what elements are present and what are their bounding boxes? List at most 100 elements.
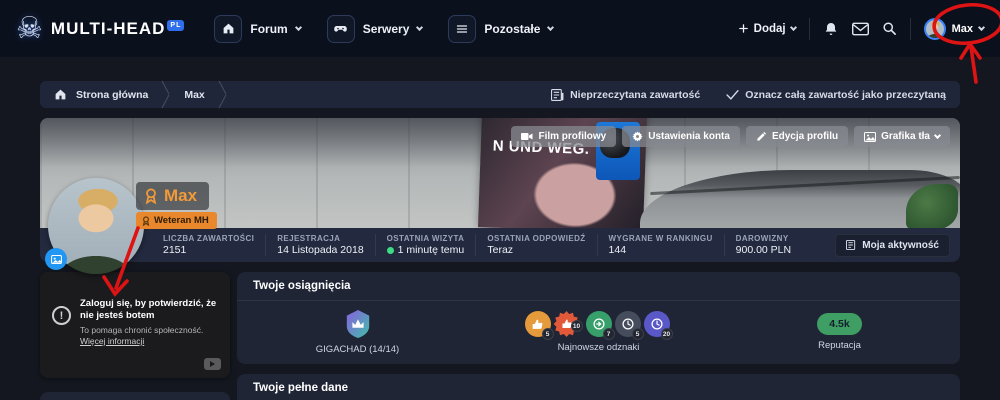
nav-label-forum: Forum bbox=[250, 22, 287, 36]
check-icon bbox=[726, 89, 739, 100]
gigachad-achievement[interactable]: GIGACHAD (14/14) bbox=[237, 309, 478, 355]
rank-badge: Weteran MH bbox=[136, 212, 217, 229]
user-avatar bbox=[924, 18, 946, 40]
photo-icon bbox=[51, 255, 62, 264]
pl-badge: PL bbox=[167, 20, 184, 31]
gigachad-shield-icon bbox=[344, 309, 372, 339]
more-info-link[interactable]: Więcej informacji bbox=[80, 336, 144, 346]
skull-logo-icon: ☠ bbox=[16, 14, 43, 44]
sidebar-next-panel bbox=[40, 392, 230, 400]
captcha-widget: ! Zaloguj się, by potwierdzić, że nie je… bbox=[40, 272, 230, 378]
newspaper-icon bbox=[551, 89, 564, 101]
profile-name-block: Max Weteran MH bbox=[136, 182, 217, 231]
chevron-down-icon bbox=[295, 23, 302, 30]
stat-ranking-wins: WYGRANE W RANKINGU 144 bbox=[597, 234, 724, 256]
video-camera-icon bbox=[521, 132, 533, 141]
reputation[interactable]: 4.5k Reputacja bbox=[719, 313, 960, 351]
profile-stats-bar: LICZBA ZAWARTOŚCI 2151 REJESTRACJA 14 Li… bbox=[40, 228, 960, 262]
profile-header-panel: N UND WEG. Film profilowy Ustawienia kon… bbox=[40, 118, 960, 262]
badge-count: 20 bbox=[661, 328, 673, 340]
captcha-body: To pomaga chronić społeczność. Więcej in… bbox=[80, 325, 218, 347]
image-icon bbox=[864, 132, 876, 142]
reputation-pill: 4.5k bbox=[817, 313, 861, 335]
newspaper-icon bbox=[846, 240, 857, 250]
profile-video-button[interactable]: Film profilowy bbox=[511, 126, 616, 147]
thumbs-up-icon bbox=[531, 318, 544, 331]
clock-icon bbox=[650, 317, 664, 331]
stat-registration: REJESTRACJA 14 Listopada 2018 bbox=[265, 234, 374, 256]
badge-count: 5 bbox=[542, 328, 554, 340]
badge-time[interactable]: 5 bbox=[615, 311, 641, 337]
badge-thumbsup[interactable]: 5 bbox=[525, 311, 551, 337]
add-label: Dodaj bbox=[754, 23, 786, 35]
nav-item-forum[interactable]: Forum bbox=[214, 15, 300, 43]
breadcrumb-current: Max bbox=[184, 89, 204, 101]
nav-item-pozostale[interactable]: Pozostałe bbox=[448, 15, 553, 43]
chevron-down-icon bbox=[790, 23, 797, 30]
top-navbar: ☠ MULTI-HEADPL Forum Serwery bbox=[0, 0, 1000, 57]
chevron-down-icon bbox=[934, 131, 941, 138]
achievements-panel: Twoje osiągnięcia GIGACHAD (14/14) 5 bbox=[237, 272, 960, 364]
user-name: Max bbox=[952, 23, 973, 35]
badge-count: 5 bbox=[632, 328, 644, 340]
profile-page: ☠ MULTI-HEADPL Forum Serwery bbox=[0, 0, 1000, 400]
breadcrumb-separator bbox=[218, 81, 228, 108]
gear-icon bbox=[632, 131, 643, 142]
mark-read-link[interactable]: Oznacz całą zawartość jako przeczytaną bbox=[726, 89, 946, 101]
account-settings-button[interactable]: Ustawienia konta bbox=[622, 126, 740, 147]
pencil-icon bbox=[756, 131, 767, 142]
search-icon[interactable] bbox=[882, 21, 897, 36]
user-menu[interactable]: Max bbox=[924, 18, 984, 40]
home-icon[interactable] bbox=[54, 88, 67, 101]
hamburger-menu-icon bbox=[448, 15, 476, 43]
info-icon: ! bbox=[52, 306, 71, 325]
messages-envelope-icon[interactable] bbox=[852, 22, 869, 36]
full-data-panel: Twoje pełne dane bbox=[237, 374, 960, 400]
online-dot bbox=[387, 247, 394, 254]
background-graphic-button[interactable]: Grafika tła bbox=[854, 126, 950, 147]
profile-avatar[interactable] bbox=[48, 178, 144, 274]
stat-content-count: LICZBA ZAWARTOŚCI 2151 bbox=[152, 234, 265, 256]
nav-item-serwery[interactable]: Serwery bbox=[327, 15, 423, 43]
youtube-icon[interactable] bbox=[204, 358, 221, 370]
full-data-title: Twoje pełne dane bbox=[237, 374, 960, 400]
profile-actions: Film profilowy Ustawienia konta Edycja p… bbox=[511, 126, 950, 147]
breadcrumb-home[interactable]: Strona główna bbox=[76, 89, 148, 101]
breadcrumb-separator bbox=[161, 81, 171, 108]
edit-profile-button[interactable]: Edycja profilu bbox=[746, 126, 848, 147]
content-links: Nieprzeczytana zawartość Oznacz całą zaw… bbox=[551, 89, 946, 101]
latest-badges: 5 10 7 5 20 bbox=[478, 311, 719, 353]
change-photo-button[interactable] bbox=[45, 248, 67, 270]
badge-count: 10 bbox=[571, 320, 583, 332]
add-button[interactable]: Dodaj bbox=[738, 23, 796, 35]
chevron-down-icon bbox=[547, 23, 554, 30]
breadcrumb: Strona główna Max bbox=[54, 81, 232, 108]
divider bbox=[809, 18, 810, 40]
badges-label: Najnowsze odznaki bbox=[558, 342, 640, 353]
unread-content-link[interactable]: Nieprzeczytana zawartość bbox=[551, 89, 700, 101]
badge-replies[interactable]: 7 bbox=[586, 311, 612, 337]
navbar-right: Dodaj Max bbox=[738, 18, 984, 40]
plus-icon bbox=[738, 23, 749, 34]
breadcrumb-bar: Strona główna Max Nieprzeczytana zawarto… bbox=[40, 81, 960, 108]
clock-icon bbox=[621, 317, 635, 331]
achievements-title: Twoje osiągnięcia bbox=[237, 272, 960, 301]
stat-donations: DAROWIZNY 900.00 PLN bbox=[724, 234, 802, 256]
brand-name: MULTI-HEADPL bbox=[51, 19, 184, 39]
badge-count: 7 bbox=[603, 328, 615, 340]
stat-last-visit: OSTATNIA WIZYTA 1 minutę temu bbox=[375, 234, 476, 256]
badge-time-veteran[interactable]: 20 bbox=[644, 311, 670, 337]
brand-logo[interactable]: ☠ MULTI-HEADPL bbox=[16, 14, 184, 44]
home-icon bbox=[214, 15, 242, 43]
nav-label-serwery: Serwery bbox=[363, 22, 410, 36]
divider bbox=[910, 18, 911, 40]
medal-icon bbox=[144, 188, 158, 204]
nav-label-pozostale: Pozostałe bbox=[484, 22, 540, 36]
chevron-down-icon bbox=[978, 23, 985, 30]
notifications-bell-icon[interactable] bbox=[823, 21, 839, 37]
medal-icon bbox=[142, 216, 150, 226]
my-activity-button[interactable]: Moja aktywność bbox=[835, 234, 950, 257]
profile-name-row: Max bbox=[136, 182, 209, 210]
captcha-title: Zaloguj się, by potwierdzić, że nie jest… bbox=[80, 298, 218, 322]
chevron-down-icon bbox=[416, 23, 423, 30]
